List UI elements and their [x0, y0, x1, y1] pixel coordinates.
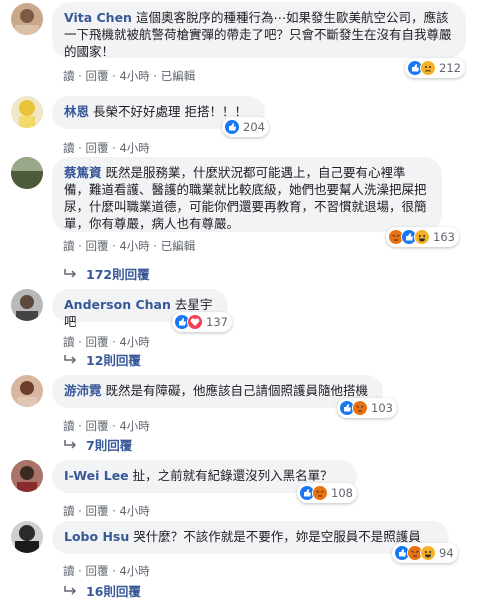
avatar[interactable] [11, 289, 43, 321]
reaction-count: 204 [243, 120, 265, 134]
comment-meta: 讀 · 回覆 · 4小時 [63, 419, 150, 433]
read-link[interactable]: 讀 [63, 419, 75, 433]
comment-author[interactable]: Vita Chen [64, 10, 132, 25]
read-link[interactable]: 讀 [63, 564, 75, 578]
edited-label[interactable]: 已編輯 [161, 69, 196, 83]
like-icon [224, 119, 240, 135]
timestamp[interactable]: 4小時 [119, 504, 149, 518]
reaction-summary[interactable]: 94 [392, 543, 458, 563]
comment-text: 既然是服務業，什麼狀況都可能遇上，自己要有心裡準備，難道看護、醫護的職業就比較底… [64, 165, 427, 231]
reaction-count: 108 [331, 486, 353, 500]
reply-link[interactable]: 回覆 [85, 564, 108, 578]
angry-icon [352, 400, 368, 416]
comment-text: 長榮不好好處理 拒搭！！！ [93, 104, 247, 119]
haha-icon [420, 545, 436, 561]
reaction-summary[interactable]: 204 [222, 117, 269, 137]
reaction-summary[interactable]: 212 [405, 58, 465, 78]
comment-meta: 讀 · 回覆 · 4小時 [63, 504, 150, 518]
reaction-count: 94 [439, 546, 454, 560]
reply-arrow-icon [64, 585, 77, 595]
reaction-count: 103 [371, 401, 393, 415]
comment-meta: 讀 · 回覆 · 4小時 · 已編輯 [63, 239, 196, 253]
avatar[interactable] [11, 521, 43, 553]
comment-author[interactable]: 蔡篤資 [64, 165, 102, 180]
reply-arrow-icon [64, 268, 77, 278]
love-icon [187, 314, 203, 330]
replies-count[interactable]: 172則回覆 [86, 264, 150, 283]
comment-author[interactable]: Lobo Hsu [64, 529, 129, 544]
replies-count[interactable]: 12則回覆 [86, 350, 141, 369]
avatar[interactable] [11, 375, 43, 407]
reply-link[interactable]: 回覆 [85, 141, 108, 155]
reply-link[interactable]: 回覆 [85, 419, 108, 433]
read-link[interactable]: 讀 [63, 69, 75, 83]
read-link[interactable]: 讀 [63, 335, 75, 349]
reply-link[interactable]: 回覆 [85, 335, 108, 349]
read-link[interactable]: 讀 [63, 239, 75, 253]
comment-meta: 讀 · 回覆 · 4小時 [63, 564, 150, 578]
avatar[interactable] [11, 96, 43, 128]
replies-count[interactable]: 7則回覆 [86, 435, 132, 454]
comment-bubble: Lobo Hsu 哭什麼？不該作就是不要作，妳是空服員不是照護員 [52, 521, 449, 554]
avatar[interactable] [11, 3, 43, 35]
read-link[interactable]: 讀 [63, 504, 75, 518]
view-replies-link[interactable]: 172則回覆 [64, 264, 150, 283]
comment-author[interactable]: I-Wei Lee [64, 468, 129, 483]
view-replies-link[interactable]: 7則回覆 [64, 435, 132, 454]
reply-link[interactable]: 回覆 [85, 69, 108, 83]
read-link[interactable]: 讀 [63, 141, 75, 155]
comment-bubble: 蔡篤資 既然是服務業，什麼狀況都可能遇上，自己要有心裡準備，難道看護、醫護的職業就… [52, 157, 442, 232]
comment-meta: 讀 · 回覆 · 4小時 · 已編輯 [63, 69, 196, 83]
timestamp[interactable]: 4小時 [119, 419, 149, 433]
comment-bubble: Vita Chen 這個奧客脫序的種種行為⋯如果發生歐美航空公司，應該一下飛機就被… [52, 2, 466, 59]
edited-label[interactable]: 已編輯 [161, 239, 196, 253]
comment-text: 既然是有障礙，他應該自己請個照護員隨他搭機 [105, 383, 369, 398]
reply-link[interactable]: 回覆 [85, 504, 108, 518]
view-replies-link[interactable]: 16則回覆 [64, 581, 141, 600]
haha-icon [414, 229, 430, 245]
sad-icon [420, 60, 436, 76]
reaction-count: 212 [439, 61, 461, 75]
comment-meta: 讀 · 回覆 · 4小時 [63, 141, 150, 155]
reply-arrow-icon [64, 354, 77, 364]
reaction-summary[interactable]: 103 [337, 398, 397, 418]
reaction-summary[interactable]: 163 [386, 227, 459, 247]
comment-bubble: 游沛霓 既然是有障礙，他應該自己請個照護員隨他搭機 [52, 375, 383, 408]
timestamp[interactable]: 4小時 [119, 239, 149, 253]
timestamp[interactable]: 4小時 [119, 141, 149, 155]
comment-text: 扯，之前就有紀錄還沒列入黑名單？ [132, 468, 333, 483]
reaction-summary[interactable]: 137 [172, 312, 232, 332]
reaction-count: 163 [433, 230, 455, 244]
timestamp[interactable]: 4小時 [119, 69, 149, 83]
view-replies-link[interactable]: 12則回覆 [64, 350, 141, 369]
reply-link[interactable]: 回覆 [85, 239, 108, 253]
comment-author[interactable]: Anderson Chan [64, 297, 171, 312]
comment-author[interactable]: 游沛霓 [64, 383, 102, 398]
reaction-count: 137 [206, 315, 228, 329]
comment-meta: 讀 · 回覆 · 4小時 [63, 335, 150, 349]
comment-text: 哭什麼？不該作就是不要作，妳是空服員不是照護員 [133, 529, 421, 544]
timestamp[interactable]: 4小時 [119, 564, 149, 578]
avatar[interactable] [11, 157, 43, 189]
angry-icon [312, 485, 328, 501]
replies-count[interactable]: 16則回覆 [86, 581, 141, 600]
avatar[interactable] [11, 460, 43, 492]
comment-author[interactable]: 林恩 [64, 104, 89, 119]
reaction-summary[interactable]: 108 [297, 483, 357, 503]
reply-arrow-icon [64, 439, 77, 449]
timestamp[interactable]: 4小時 [119, 335, 149, 349]
